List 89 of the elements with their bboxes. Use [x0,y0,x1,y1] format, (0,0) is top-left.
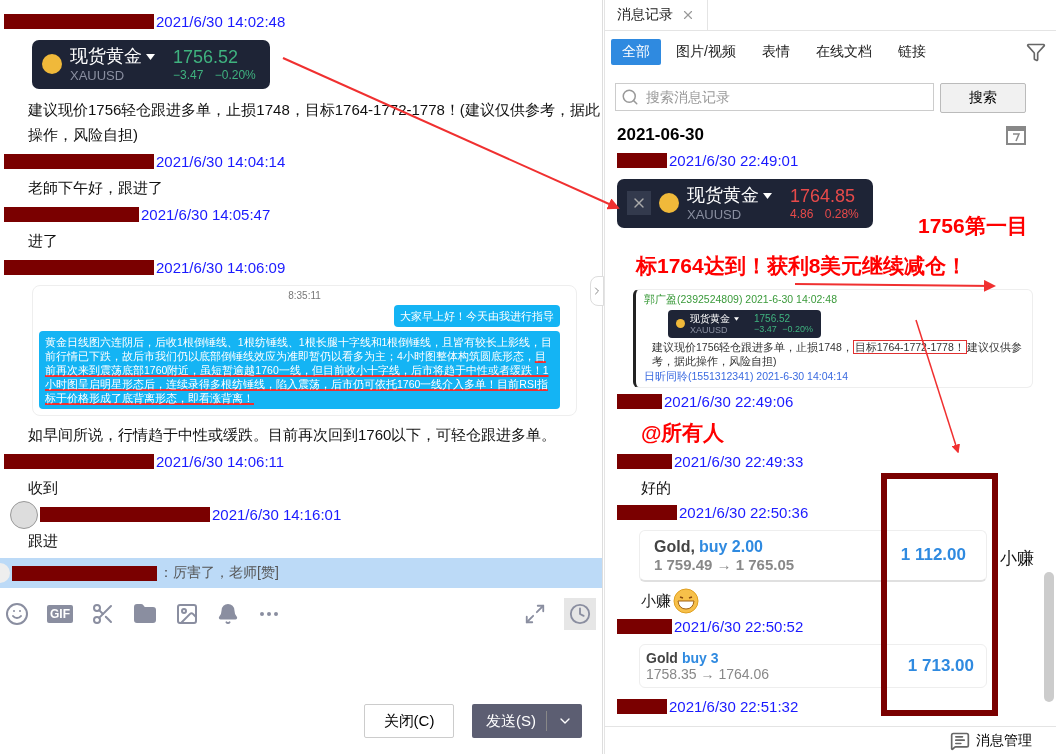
search-button[interactable]: 搜索 [940,83,1026,113]
coin-icon [676,319,685,329]
message-text: 好的 [641,477,671,498]
expand-icon[interactable] [524,603,546,625]
clock-button[interactable] [564,598,596,630]
price-change: −3.47 −0.20% [754,324,814,335]
image-icon[interactable] [175,602,199,626]
filter-tab[interactable]: 链接 [886,39,937,65]
quote-text: ：厉害了，老师[赞] [159,564,279,582]
message-time: 2021/6/30 14:05:47 [141,206,271,224]
history-tab[interactable]: 消息记录 [605,0,708,30]
annotation-text: 1756第一目 [918,213,1028,239]
trade-title: Gold buy 3 [646,649,720,666]
instrument-symbol: XAUUSD [687,206,743,222]
redaction-bar [617,505,677,521]
annotation-text: 标1764达到！获利8美元继续减仓！ [636,253,968,279]
send-button[interactable]: 发送(S) [472,704,582,738]
price-change: 4.86 0.28% [790,206,859,221]
trade-title: Gold, buy 2.00 [654,537,764,556]
message-time: 2021/6/30 22:50:36 [679,504,809,522]
scissors-icon[interactable] [91,602,115,626]
caret-icon[interactable] [763,192,772,199]
instrument-name: 现货黄金 [70,46,142,68]
screenshot-sender: 日昕同聆(1551312341) 2021-6-30 14:04:14 [644,369,849,384]
mention-text: @所有人 [640,419,726,446]
price: 1756.52 [173,46,240,68]
filter-tab[interactable]: 全部 [611,39,661,65]
message-text: 如早间所说，行情趋于中性或缓跌。目前再次回到1760以下，可轻仓跟进多单。 [28,424,557,445]
avatar [0,563,10,583]
screenshot-sender: 郭广盈(2392524809) 2021-6-30 14:02:48 [644,292,837,307]
message-text: 进了 [28,230,58,251]
trade-prices: 1758.35 → 1764.06 [646,665,769,682]
date-heading: 2021-06-30 [617,125,704,145]
chat-bubble: 黄金日线图六连阴后，后收1根倒锤线、1根纺锤线、1根长腿十字线和1根倒锤线，且皆有较长上影线，目前行情已下跌，故后市我们仍以底部倒锤线效应为准即暂仍以看多为主；4小时图整体构筑圆底形态，目前再次来到震荡底部1760附近，虽短暂逾越1760一线，但目前收小十字线，后市将趋于中性或者缓跌！1小时图呈启明星形态后，连续录得多根纺锤线，陷入震荡，后市仍可依托1760一线介入多单！目前RSI指标于价格形成了底背离形态，即看涨背离！ [39,330,560,409]
folder-icon[interactable] [133,602,157,626]
close-icon[interactable] [627,191,651,216]
note-text: 小赚 [1000,548,1034,570]
filter-tab[interactable]: 在线文档 [804,39,883,65]
scrollbar[interactable] [1044,572,1054,702]
emoji-icon[interactable] [5,602,29,626]
grinning-face-icon [673,587,699,614]
avatar[interactable] [10,500,38,529]
chat-bubble: 大家早上好！今天由我进行指导 [394,304,560,327]
collapse-handle[interactable] [590,276,604,306]
redaction-bar [617,454,672,470]
instrument-symbol: XAUUSD [690,324,729,335]
message-time: 2021/6/30 14:06:09 [156,259,286,277]
screenshot-time: 8:35:11 [288,289,321,301]
message-time: 2021/6/30 22:50:52 [674,618,804,636]
instrument-name: 现货黄金 [687,185,759,207]
message-time: 2021/6/30 22:49:33 [674,453,804,471]
message-text: 收到 [28,477,58,498]
close-button[interactable]: 关闭(C) [364,704,454,738]
quote-bar[interactable]: ：厉害了，老师[赞] [0,558,602,588]
message-icon[interactable] [950,730,970,751]
manage-link[interactable]: 消息管理 [976,731,1032,750]
price-change: −3.47 −0.20% [173,67,256,82]
trade-profit: 1 112.00 [900,545,966,566]
message-time: 2021/6/30 22:49:06 [664,393,794,411]
search-icon [621,88,639,106]
instrument-name: 现货黄金 [690,312,730,325]
coin-icon [42,54,62,75]
calendar-icon[interactable] [1006,125,1026,145]
coin-icon [659,193,679,214]
message-time: 2021/6/30 14:04:14 [156,153,286,171]
trade-prices: 1 759.49 → 1 765.05 [654,555,795,573]
message-text: 小赚 [641,591,671,612]
message-time: 2021/6/30 14:16:01 [212,506,342,524]
redaction-bar [617,619,672,635]
message-text: 老師下午好，跟进了 [28,177,163,198]
search-field[interactable]: 搜索消息记录 [615,83,934,111]
redaction-bar [617,152,667,168]
message-time: 2021/6/30 14:02:48 [156,12,286,30]
redaction-bar [617,699,667,715]
redaction-bar [617,394,662,410]
filter-tab[interactable]: 图片/视频 [665,39,747,65]
caret-icon[interactable] [734,316,739,321]
caret-icon[interactable] [146,53,155,60]
message-time: 2021/6/30 14:06:11 [156,453,285,471]
price: 1764.85 [790,185,857,207]
trade-profit: 1 713.00 [907,655,974,676]
message-text: 跟进 [28,530,58,551]
bell-icon[interactable] [217,603,239,625]
message-time: 2021/6/30 22:49:01 [669,151,799,169]
filter-tab[interactable]: 表情 [750,39,801,65]
filter-icon[interactable] [1026,42,1046,62]
price: 1756.52 [754,313,792,325]
instrument-symbol: XAUUSD [70,67,126,83]
message-time: 2021/6/30 22:51:32 [669,698,799,716]
